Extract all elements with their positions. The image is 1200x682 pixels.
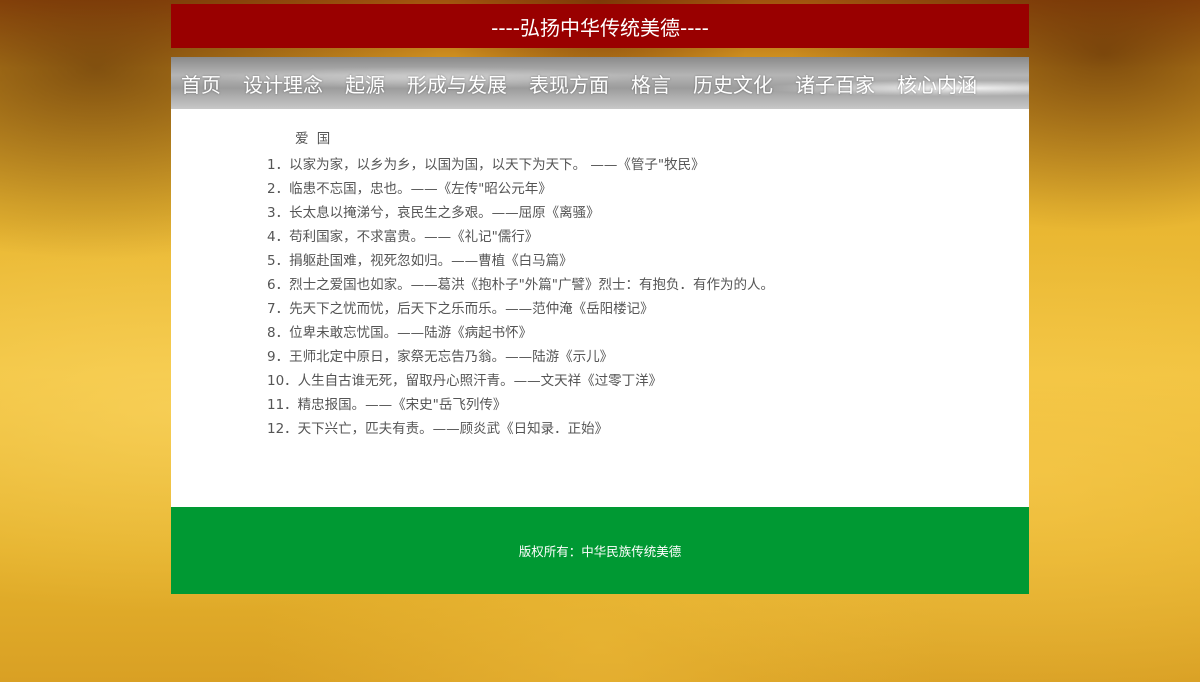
nav-item-expression[interactable]: 表现方面 — [529, 69, 609, 98]
section-title: 爱 国 — [295, 131, 333, 147]
main-nav: 首页 设计理念 起源 形成与发展 表现方面 格言 历史文化 诸子百家 核心内涵 — [171, 57, 1029, 109]
quote-item: 6．烈士之爱国也如家。——葛洪《抱朴子"外篇"广譬》烈士：有抱负．有作为的人。 — [267, 277, 775, 293]
quote-item: 3．长太息以掩涕兮，哀民生之多艰。——屈原《离骚》 — [267, 205, 600, 221]
nav-item-hundred-schools[interactable]: 诸子百家 — [795, 69, 875, 98]
nav-item-maxims[interactable]: 格言 — [631, 69, 671, 98]
nav-item-origin[interactable]: 起源 — [345, 69, 385, 98]
quote-item: 9．王师北定中原日，家祭无忘告乃翁。——陆游《示儿》 — [267, 349, 614, 365]
nav-item-home[interactable]: 首页 — [181, 69, 221, 98]
site-title: ----弘扬中华传统美德---- — [491, 15, 709, 40]
page-container: ----弘扬中华传统美德---- 首页 设计理念 起源 形成与发展 表现方面 格… — [171, 4, 1029, 594]
quote-item: 4．苟利国家，不求富贵。——《礼记"儒行》 — [267, 229, 539, 245]
quote-list: 1．以家为家，以乡为乡，以国为国，以天下为天下。 ——《管子"牧民》 2．临患不… — [267, 153, 1029, 441]
nav-item-core-meaning[interactable]: 核心内涵 — [897, 69, 977, 98]
quote-item: 8．位卑未敢忘忧国。——陆游《病起书怀》 — [267, 325, 533, 341]
quote-item: 1．以家为家，以乡为乡，以国为国，以天下为天下。 ——《管子"牧民》 — [267, 157, 705, 173]
quote-item: 5．捐躯赴国难，视死忽如归。——曹植《白马篇》 — [267, 253, 573, 269]
nav-item-history-culture[interactable]: 历史文化 — [693, 69, 773, 98]
quote-item: 2．临患不忘国，忠也。——《左传"昭公元年》 — [267, 181, 552, 197]
quote-item: 11．精忠报国。——《宋史"岳飞列传》 — [267, 397, 507, 413]
site-title-bar: ----弘扬中华传统美德---- — [171, 4, 1029, 48]
quote-item: 10．人生自古谁无死，留取丹心照汗青。——文天祥《过零丁洋》 — [267, 373, 663, 389]
quote-item: 7．先天下之忧而忧，后天下之乐而乐。——范仲淹《岳阳楼记》 — [267, 301, 654, 317]
nav-item-design-concept[interactable]: 设计理念 — [243, 69, 323, 98]
main-content: 爱 国 1．以家为家，以乡为乡，以国为国，以天下为天下。 ——《管子"牧民》 2… — [171, 109, 1029, 507]
nav-item-development[interactable]: 形成与发展 — [407, 69, 507, 98]
footer-copyright: 版权所有：中华民族传统美德 — [518, 544, 682, 559]
quote-item: 12．天下兴亡，匹夫有责。——顾炎武《日知录．正始》 — [267, 421, 609, 437]
footer: 版权所有：中华民族传统美德 — [171, 507, 1029, 594]
